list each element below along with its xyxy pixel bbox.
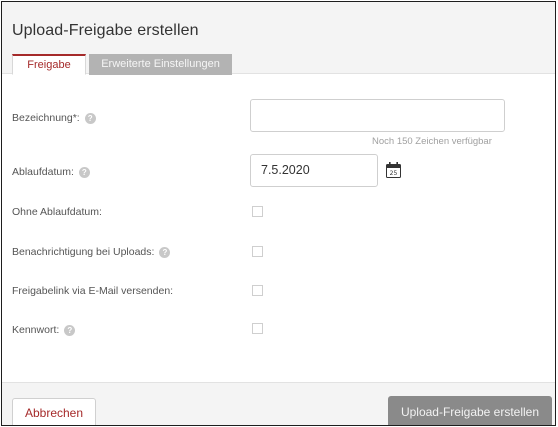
create-upload-share-button[interactable]: Upload-Freigabe erstellen [388, 396, 552, 425]
password-field-label: Kennwort: ? [12, 324, 76, 336]
no-expiry-label-text: Ohne Ablaufdatum: [12, 206, 102, 218]
no-expiry-checkbox[interactable] [252, 206, 263, 217]
help-icon[interactable]: ? [159, 246, 171, 258]
notify-checkbox[interactable] [252, 246, 263, 257]
email-checkbox[interactable] [252, 285, 263, 296]
calendar-icon[interactable]: 25 [386, 162, 401, 178]
dialog-footer: Abbrechen Upload-Freigabe erstellen [2, 382, 555, 425]
upload-share-dialog: Upload-Freigabe erstellen Freigabe Erwei… [1, 1, 556, 426]
name-input[interactable] [250, 99, 505, 132]
expiry-field-label: Ablaufdatum: ? [12, 166, 90, 178]
dialog-title: Upload-Freigabe erstellen [12, 22, 199, 39]
cancel-button[interactable]: Abbrechen [12, 398, 96, 425]
password-label-text: Kennwort: [12, 324, 60, 336]
tab-advanced-settings[interactable]: Erweiterte Einstellungen [89, 54, 232, 75]
notify-field-label: Benachrichtigung bei Uploads: ? [12, 246, 171, 258]
expiry-date-input[interactable]: 7.5.2020 [250, 154, 378, 187]
expiry-label-text: Ablaufdatum: [12, 166, 74, 178]
email-field-label: Freigabelink via E-Mail versenden: [12, 285, 173, 297]
tab-freigabe[interactable]: Freigabe [12, 54, 86, 75]
calendar-day-number: 25 [390, 170, 398, 177]
name-field-label: Bezeichnung*: ? [12, 112, 96, 124]
help-icon[interactable]: ? [78, 166, 90, 178]
help-icon[interactable]: ? [84, 112, 96, 124]
name-char-counter: Noch 150 Zeichen verfügbar [372, 136, 492, 147]
dialog-body: Bezeichnung*: ? Noch 150 Zeichen verfügb… [2, 75, 555, 380]
no-expiry-field-label: Ohne Ablaufdatum: [12, 206, 102, 218]
notify-label-text: Benachrichtigung bei Uploads: [12, 246, 155, 258]
email-label-text: Freigabelink via E-Mail versenden: [12, 285, 174, 297]
help-icon[interactable]: ? [64, 324, 76, 336]
dialog-header: Upload-Freigabe erstellen Freigabe Erwei… [2, 2, 555, 75]
name-label-text: Bezeichnung*: [12, 112, 80, 124]
password-checkbox[interactable] [252, 323, 263, 334]
